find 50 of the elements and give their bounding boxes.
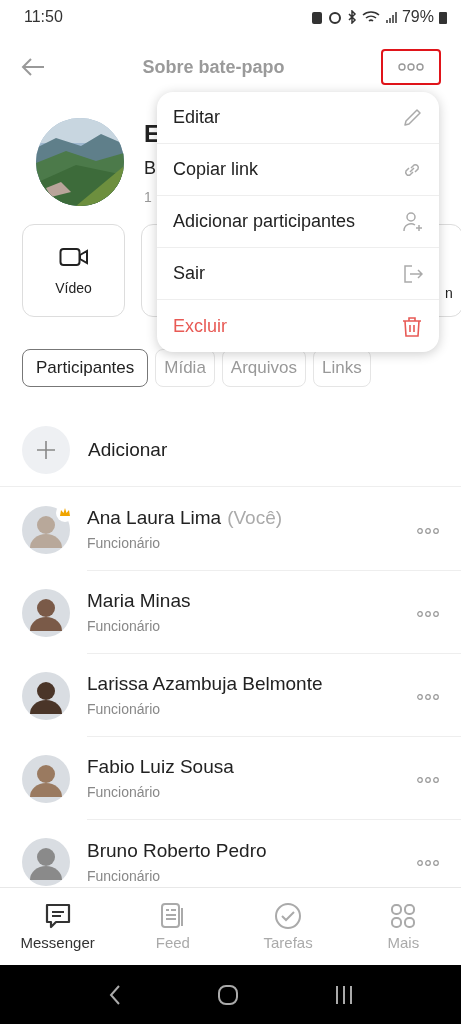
chat-icon — [43, 902, 72, 930]
menu-item[interactable]: Editar — [157, 92, 439, 144]
participant-name: Larissa Azambuja Belmonte — [87, 673, 323, 695]
action-label: Vídeo — [55, 279, 92, 296]
battery-percent: 79% — [401, 8, 434, 26]
add-user-icon — [401, 210, 423, 233]
status-time: 11:50 — [24, 8, 63, 26]
more-icon — [398, 63, 424, 71]
participant-name: Ana Laura Lima — [87, 507, 222, 529]
tab[interactable]: Participantes — [22, 349, 149, 387]
chat-description: B — [144, 157, 157, 179]
participant-role: Funcionário — [87, 867, 162, 884]
grid-icon — [389, 902, 418, 930]
you-label: (Você) — [227, 507, 283, 529]
participant-name: Bruno Roberto Pedro — [87, 839, 267, 862]
participant-role: Funcionário — [87, 701, 162, 717]
back-icon[interactable] — [107, 983, 122, 1006]
more-button[interactable] — [381, 49, 441, 85]
action-label: n — [445, 284, 453, 301]
participant-role: Funcionário — [87, 618, 162, 634]
wifi-icon — [361, 10, 380, 24]
exit-icon — [401, 262, 423, 285]
add-button[interactable] — [22, 426, 70, 474]
add-label[interactable]: Adicionar — [88, 439, 168, 461]
more-icon — [417, 860, 439, 866]
recents-icon[interactable] — [333, 984, 354, 1005]
more-icon — [417, 611, 439, 617]
member-count: 1 — [144, 188, 153, 205]
video-camera-icon — [58, 245, 89, 268]
trash-icon — [401, 315, 423, 337]
screen-title: Sobre bate-papo — [142, 56, 285, 78]
menu-item[interactable]: Copiar link — [157, 144, 439, 196]
participant-role: Funcionário — [87, 784, 162, 800]
bluetooth-icon — [346, 10, 357, 24]
menu-item[interactable]: Sair — [157, 248, 439, 300]
more-icon — [417, 528, 439, 534]
more-icon — [417, 777, 439, 783]
plus-icon — [36, 440, 56, 460]
action-card[interactable]: Vídeo — [22, 224, 125, 317]
home-icon[interactable] — [216, 983, 239, 1006]
signal-icon — [384, 10, 397, 24]
participant-name: Maria Minas — [87, 590, 191, 612]
pencil-icon — [401, 106, 423, 129]
nav-tab[interactable]: Messenger — [0, 888, 116, 965]
more-icon — [417, 694, 439, 700]
menu-item[interactable]: Adicionar participantes — [157, 196, 439, 248]
participant-role: Funcionário — [87, 535, 162, 551]
participant-name: Fabio Luiz Sousa — [87, 756, 234, 778]
checkmark-circle-icon — [274, 902, 303, 930]
battery-icon — [439, 10, 447, 24]
